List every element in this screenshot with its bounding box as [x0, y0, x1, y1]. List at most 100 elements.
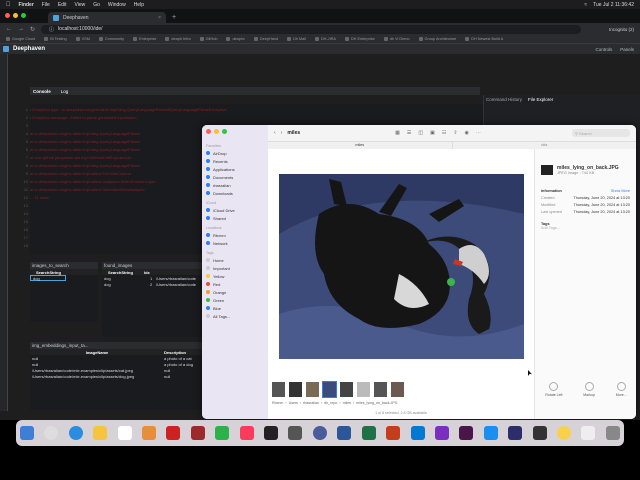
- bookmark[interactable]: GitHub: [200, 37, 218, 41]
- bookmark[interactable]: Enterprise: [133, 37, 156, 41]
- preview-dock-icon[interactable]: [581, 426, 596, 440]
- rotate-left-button[interactable]: Rotate Left: [545, 382, 562, 397]
- photos-dock-icon[interactable]: [142, 426, 157, 440]
- bookmark[interactable]: Dh Mail: [287, 37, 306, 41]
- menu-app-name[interactable]: Finder: [19, 2, 34, 8]
- browser-tab[interactable]: Deephaven ×: [48, 12, 166, 23]
- onenote-dock-icon[interactable]: [434, 426, 449, 440]
- sidebar-item-icloud-drive[interactable]: iCloud Drive: [206, 206, 264, 214]
- bookmark[interactable]: Community: [99, 37, 124, 41]
- tab-log[interactable]: Log: [61, 89, 69, 94]
- share-icon[interactable]: ⇧: [453, 130, 457, 136]
- bookmark[interactable]: deaphv: [226, 37, 244, 41]
- thumbnail[interactable]: [272, 382, 285, 397]
- sidebar-item-applications[interactable]: Applications: [206, 165, 264, 173]
- finder-close-button[interactable]: [206, 129, 211, 134]
- incognito-badge[interactable]: Incognito (2): [609, 27, 634, 32]
- app-dock-icon[interactable]: [166, 426, 181, 440]
- dictionary-dock-icon[interactable]: [190, 426, 205, 440]
- terminal-dock-icon[interactable]: [264, 426, 279, 440]
- menu-go[interactable]: Go: [93, 2, 100, 8]
- tab-command-history[interactable]: Command History: [486, 97, 522, 102]
- more-icon[interactable]: ⋯: [476, 130, 481, 136]
- url-field[interactable]: ⓘ localhost:10000/ide/: [41, 24, 582, 34]
- bookmark[interactable]: DH-JIRA: [315, 37, 336, 41]
- back-icon[interactable]: ‹: [274, 130, 276, 136]
- path-segment[interactable]: Rbxnm: [272, 401, 283, 405]
- panels-menu[interactable]: Panels: [620, 47, 634, 52]
- column-header[interactable]: ImageName: [30, 350, 164, 355]
- bookmark[interactable]: DH Newest Build A: [465, 37, 503, 41]
- column-header[interactable]: SearchString: [102, 270, 144, 275]
- sidebar-item-disk[interactable]: Rbxnm: [206, 231, 264, 239]
- activity-dock-icon[interactable]: [288, 426, 303, 440]
- reload-icon[interactable]: ↻: [30, 26, 35, 33]
- path-segment[interactable]: miles_lying_on_back.JPG: [356, 401, 397, 405]
- sidebar-item-home[interactable]: rbasralian: [206, 181, 264, 189]
- apple-icon[interactable]: : [6, 2, 11, 8]
- powerpoint-dock-icon[interactable]: [386, 426, 401, 440]
- forward-icon[interactable]: →: [18, 26, 24, 32]
- sidebar-item-downloads[interactable]: Downloads: [206, 189, 264, 197]
- bookmark[interactable]: DH Enterprise: [345, 37, 375, 41]
- outlook-dock-icon[interactable]: [410, 426, 425, 440]
- chrome-dock-icon[interactable]: [44, 426, 59, 440]
- sidebar-tag-green[interactable]: Green: [206, 296, 264, 304]
- back-icon[interactable]: ←: [6, 26, 12, 32]
- thumbnail[interactable]: [374, 382, 387, 397]
- controls-menu[interactable]: Controls: [595, 47, 612, 52]
- add-tags-field[interactable]: Add Tags...: [541, 226, 630, 230]
- table-cell[interactable]: /Users/rbasralian/code: [156, 276, 196, 281]
- zoom-window-button[interactable]: [21, 13, 26, 18]
- messages-dock-icon[interactable]: [215, 426, 230, 440]
- path-segment[interactable]: miles: [343, 401, 351, 405]
- calendar-dock-icon[interactable]: [117, 426, 132, 440]
- column-header[interactable]: Idx: [144, 270, 150, 275]
- close-tab-icon[interactable]: ×: [158, 15, 161, 21]
- menu-edit[interactable]: Edit: [58, 2, 67, 8]
- app-dock-icon[interactable]: [556, 426, 571, 440]
- img-embeddings-table[interactable]: img_embeddings_input_ta... ImageName Des…: [30, 342, 202, 410]
- column-header[interactable]: Description: [164, 350, 186, 355]
- thumbnail[interactable]: [289, 382, 302, 397]
- new-tab-button[interactable]: +: [172, 14, 176, 21]
- bookmark[interactable]: deaph Infra: [165, 37, 190, 41]
- menu-view[interactable]: View: [74, 2, 85, 8]
- bookmark[interactable]: VSM: [76, 37, 90, 41]
- sidebar-tag-blue[interactable]: Blue: [206, 304, 264, 312]
- sidebar-tag-yellow[interactable]: Yellow: [206, 272, 264, 280]
- sidebar-item-documents[interactable]: Documents: [206, 173, 264, 181]
- images-to-search-table[interactable]: images_to_search SearchString dog: [30, 262, 98, 322]
- group-icon[interactable]: ☷: [442, 130, 446, 136]
- thumbnail[interactable]: [391, 382, 404, 397]
- found-images-table[interactable]: found_images SearchString Idx dog 1 /Use…: [102, 262, 202, 337]
- site-info-icon[interactable]: ⓘ: [49, 26, 54, 33]
- table-cell[interactable]: null: [30, 356, 164, 361]
- tab-file-explorer[interactable]: File Explorer: [528, 97, 553, 102]
- sidebar-tag-all[interactable]: All Tags...: [206, 312, 264, 320]
- sidebar-tag-important[interactable]: Important: [206, 264, 264, 272]
- bookmark[interactable]: Group Architecture: [419, 37, 457, 41]
- thumbnail[interactable]: [306, 382, 319, 397]
- table-cell[interactable]: /Users/rbasralian/code/mle-examples/clip…: [30, 374, 164, 379]
- bookmark[interactable]: Bl Testing: [44, 37, 66, 41]
- sidebar-tag-red[interactable]: Red: [206, 280, 264, 288]
- table-cell[interactable]: /Users/rbasralian/code/mle-examples/clip…: [30, 368, 164, 373]
- list-view-icon[interactable]: ☰: [407, 130, 411, 136]
- dog-photo[interactable]: [279, 174, 524, 359]
- path-segment[interactable]: dh_repo: [324, 401, 337, 405]
- search-field[interactable]: ⚲ Search: [572, 129, 630, 137]
- wifi-icon[interactable]: ≈: [584, 2, 587, 8]
- bookmark[interactable]: dh Vi Demo: [384, 37, 410, 41]
- app-dock-icon[interactable]: [508, 426, 523, 440]
- table-cell[interactable]: a photo of a dog: [164, 362, 193, 367]
- tab-console[interactable]: Console: [33, 89, 51, 94]
- thumbnail[interactable]: [340, 382, 353, 397]
- sidebar-item-network[interactable]: Network: [206, 239, 264, 247]
- thumbnail[interactable]: [357, 382, 370, 397]
- show-more-link[interactable]: Show More: [611, 189, 630, 193]
- forward-icon[interactable]: ›: [281, 130, 283, 136]
- table-cell[interactable]: /Users/rbasralian/code: [156, 282, 196, 287]
- sidebar-item-recents[interactable]: Recents: [206, 157, 264, 165]
- table-title[interactable]: found_images: [102, 262, 202, 269]
